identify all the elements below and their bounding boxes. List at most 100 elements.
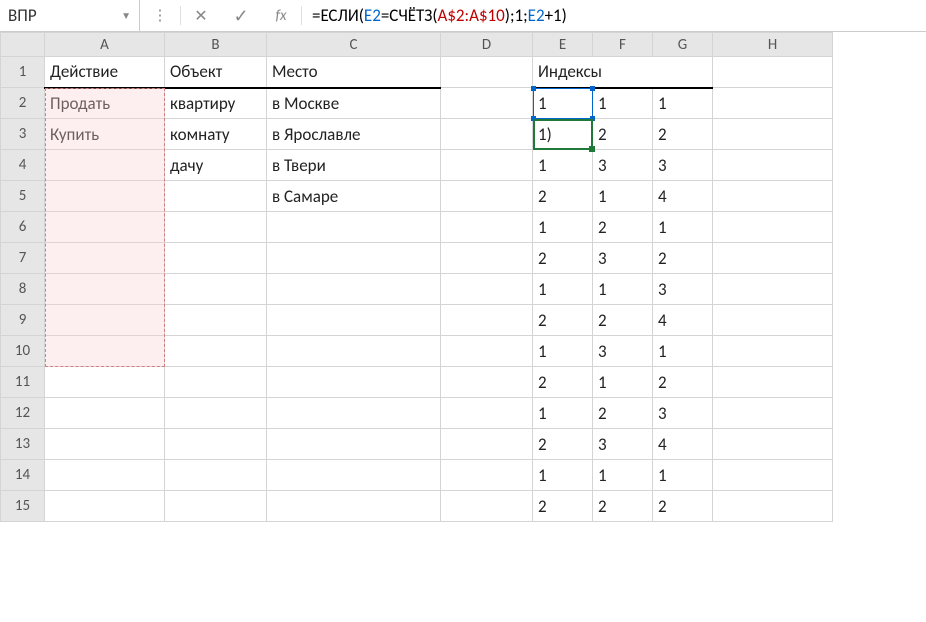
cell-B15[interactable]: [165, 491, 267, 522]
cell-D15[interactable]: [441, 491, 533, 522]
cell-H12[interactable]: [713, 398, 833, 429]
cell-G11[interactable]: 2: [653, 367, 713, 398]
cell-G4[interactable]: 3: [653, 150, 713, 181]
cell-E3[interactable]: 1): [533, 119, 593, 150]
cell-G6[interactable]: 1: [653, 212, 713, 243]
cell-E6[interactable]: 1: [533, 212, 593, 243]
cell-A8[interactable]: [45, 274, 165, 305]
spreadsheet-grid[interactable]: A B C D E F G H 1ДействиеОбъектМестоИнде…: [0, 32, 926, 522]
col-header-D[interactable]: D: [441, 33, 533, 57]
cell-A12[interactable]: [45, 398, 165, 429]
cell-B4[interactable]: дачу: [165, 150, 267, 181]
cell-H1[interactable]: [713, 57, 833, 88]
cell-A5[interactable]: [45, 181, 165, 212]
cell-F14[interactable]: 1: [593, 460, 653, 491]
cell-D3[interactable]: [441, 119, 533, 150]
cell-B6[interactable]: [165, 212, 267, 243]
header-indices[interactable]: Индексы: [533, 57, 713, 88]
cell-C12[interactable]: [267, 398, 441, 429]
cell-D11[interactable]: [441, 367, 533, 398]
row-header-5[interactable]: 5: [1, 181, 45, 212]
cell-H15[interactable]: [713, 491, 833, 522]
cell-E15[interactable]: 2: [533, 491, 593, 522]
cell-C9[interactable]: [267, 305, 441, 336]
cell-F12[interactable]: 2: [593, 398, 653, 429]
cell-E14[interactable]: 1: [533, 460, 593, 491]
cell-A10[interactable]: [45, 336, 165, 367]
row-header-1[interactable]: 1: [1, 57, 45, 88]
col-header-C[interactable]: C: [267, 33, 441, 57]
row-header-2[interactable]: 2: [1, 88, 45, 119]
cell-C7[interactable]: [267, 243, 441, 274]
cell-C5[interactable]: в Самаре: [267, 181, 441, 212]
col-header-E[interactable]: E: [533, 33, 593, 57]
cell-B3[interactable]: комнату: [165, 119, 267, 150]
cancel-button[interactable]: ✕: [181, 0, 221, 31]
cell-C11[interactable]: [267, 367, 441, 398]
cell-C4[interactable]: в Твери: [267, 150, 441, 181]
cell-H11[interactable]: [713, 367, 833, 398]
cell-G15[interactable]: 2: [653, 491, 713, 522]
fx-icon[interactable]: fx: [261, 0, 301, 31]
cell-D6[interactable]: [441, 212, 533, 243]
col-header-A[interactable]: A: [45, 33, 165, 57]
cell-C15[interactable]: [267, 491, 441, 522]
cell-H7[interactable]: [713, 243, 833, 274]
cell-B14[interactable]: [165, 460, 267, 491]
cell-B5[interactable]: [165, 181, 267, 212]
cell-D13[interactable]: [441, 429, 533, 460]
cell-H6[interactable]: [713, 212, 833, 243]
cell-D1[interactable]: [441, 57, 533, 88]
cell-B13[interactable]: [165, 429, 267, 460]
cell-C6[interactable]: [267, 212, 441, 243]
cell-H8[interactable]: [713, 274, 833, 305]
cell-G8[interactable]: 3: [653, 274, 713, 305]
cell-F6[interactable]: 2: [593, 212, 653, 243]
cell-F10[interactable]: 3: [593, 336, 653, 367]
col-header-H[interactable]: H: [713, 33, 833, 57]
cell-B7[interactable]: [165, 243, 267, 274]
row-header-4[interactable]: 4: [1, 150, 45, 181]
cell-A9[interactable]: [45, 305, 165, 336]
cell-H3[interactable]: [713, 119, 833, 150]
cell-A15[interactable]: [45, 491, 165, 522]
col-header-G[interactable]: G: [653, 33, 713, 57]
cell-A3[interactable]: Купить: [45, 119, 165, 150]
cell-F15[interactable]: 2: [593, 491, 653, 522]
cell-D5[interactable]: [441, 181, 533, 212]
cell-E4[interactable]: 1: [533, 150, 593, 181]
cell-D9[interactable]: [441, 305, 533, 336]
cell-G14[interactable]: 1: [653, 460, 713, 491]
cell-F3[interactable]: 2: [593, 119, 653, 150]
cell-E8[interactable]: 1: [533, 274, 593, 305]
cell-C13[interactable]: [267, 429, 441, 460]
cell-A11[interactable]: [45, 367, 165, 398]
row-header-3[interactable]: 3: [1, 119, 45, 150]
cell-F7[interactable]: 3: [593, 243, 653, 274]
cell-E7[interactable]: 2: [533, 243, 593, 274]
cell-B8[interactable]: [165, 274, 267, 305]
cell-B9[interactable]: [165, 305, 267, 336]
cell-C14[interactable]: [267, 460, 441, 491]
cell-B10[interactable]: [165, 336, 267, 367]
cell-F5[interactable]: 1: [593, 181, 653, 212]
cell-B2[interactable]: квартиру: [165, 88, 267, 119]
cell-F2[interactable]: 1: [593, 88, 653, 119]
cell-D2[interactable]: [441, 88, 533, 119]
row-header-11[interactable]: 11: [1, 367, 45, 398]
cell-D7[interactable]: [441, 243, 533, 274]
cell-H5[interactable]: [713, 181, 833, 212]
cell-H10[interactable]: [713, 336, 833, 367]
cell-E2[interactable]: 1: [533, 88, 593, 119]
cell-E9[interactable]: 2: [533, 305, 593, 336]
cell-D8[interactable]: [441, 274, 533, 305]
cell-D12[interactable]: [441, 398, 533, 429]
cell-E10[interactable]: 1: [533, 336, 593, 367]
row-header-10[interactable]: 10: [1, 336, 45, 367]
row-header-14[interactable]: 14: [1, 460, 45, 491]
cell-H9[interactable]: [713, 305, 833, 336]
col-header-F[interactable]: F: [593, 33, 653, 57]
row-header-9[interactable]: 9: [1, 305, 45, 336]
cell-G10[interactable]: 1: [653, 336, 713, 367]
cell-H14[interactable]: [713, 460, 833, 491]
